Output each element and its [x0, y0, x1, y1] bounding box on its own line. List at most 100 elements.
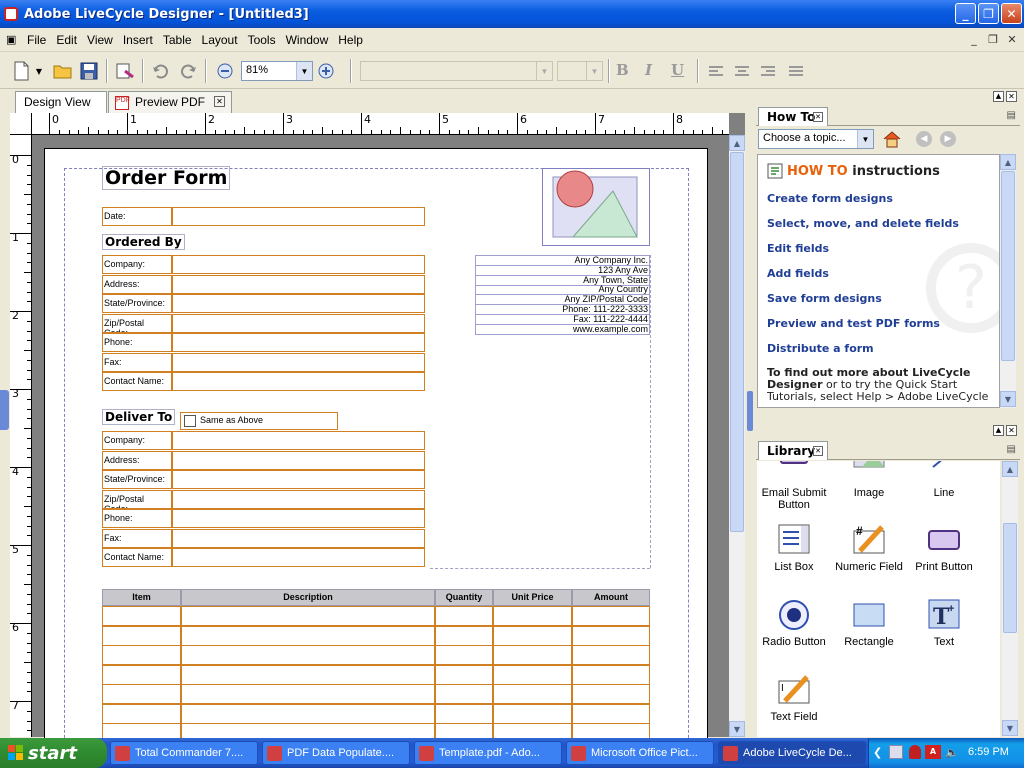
align-center-icon[interactable] — [731, 60, 753, 82]
justify-icon[interactable] — [785, 60, 807, 82]
menu-layout[interactable]: Layout — [197, 33, 243, 47]
table-cell[interactable] — [435, 684, 493, 704]
scroll-thumb[interactable] — [1001, 171, 1015, 361]
logo-image-placeholder[interactable] — [542, 168, 650, 246]
close-tab-icon[interactable]: ✕ — [214, 96, 225, 107]
library-item[interactable]: T + Text — [909, 598, 979, 648]
antivirus-icon[interactable]: A — [925, 745, 941, 759]
scroll-up-icon[interactable]: ▲ — [1000, 154, 1016, 170]
table-cell[interactable] — [435, 606, 493, 626]
italic-icon[interactable]: I — [645, 61, 652, 79]
open-folder-icon[interactable] — [52, 60, 74, 82]
ordered-by-field[interactable] — [172, 333, 425, 352]
howto-link[interactable]: Edit fields — [767, 242, 829, 255]
form-properties-icon[interactable] — [114, 60, 136, 82]
ordered-by-field[interactable] — [172, 255, 425, 274]
table-cell[interactable] — [181, 664, 435, 685]
deliver-to-field[interactable] — [172, 548, 425, 567]
panel-splitter[interactable] — [746, 91, 754, 738]
scroll-thumb[interactable] — [1003, 523, 1017, 633]
font-size-combo[interactable]: ▼ — [557, 61, 603, 81]
howto-close-icon[interactable]: ✕ — [1006, 91, 1017, 102]
library-item[interactable]: Radio Button — [759, 598, 829, 648]
menu-insert[interactable]: Insert — [118, 33, 158, 47]
table-cell[interactable] — [572, 703, 650, 724]
clock[interactable]: 6:59 PM — [968, 746, 1009, 758]
restore-button[interactable]: ❐ — [978, 3, 999, 24]
ordered-by-heading[interactable]: Ordered By — [102, 234, 185, 250]
forward-icon[interactable]: ▶ — [940, 131, 956, 147]
deliver-to-field[interactable] — [172, 450, 425, 470]
ordered-by-field[interactable] — [172, 372, 425, 391]
close-howto-tab-icon[interactable]: ✕ — [813, 112, 823, 122]
doc-restore-button[interactable]: ❐ — [985, 33, 1001, 47]
home-icon[interactable] — [882, 130, 902, 151]
volume-icon[interactable]: 🔈 — [945, 746, 959, 759]
deliver-to-field[interactable] — [172, 470, 425, 489]
design-vertical-scrollbar[interactable]: ▲ ▼ — [729, 135, 745, 737]
table-cell[interactable] — [493, 606, 572, 626]
library-item[interactable]: Line — [909, 461, 979, 499]
zoom-in-icon[interactable] — [315, 60, 337, 82]
library-close-icon[interactable]: ✕ — [1006, 425, 1017, 436]
taskbar-button[interactable]: Total Commander 7.... — [110, 741, 258, 765]
library-item[interactable]: # Numeric Field — [834, 523, 904, 573]
table-cell[interactable] — [493, 645, 572, 665]
security-shield-icon[interactable] — [909, 745, 921, 759]
start-button[interactable]: start — [0, 738, 107, 768]
splitter-handle[interactable] — [747, 391, 753, 431]
menu-table[interactable]: Table — [158, 33, 197, 47]
howto-link[interactable]: Preview and test PDF forms — [767, 317, 940, 330]
network-icon[interactable] — [889, 745, 903, 759]
ordered-by-field[interactable] — [172, 352, 425, 372]
undo-icon[interactable] — [150, 60, 172, 82]
menu-help[interactable]: Help — [333, 33, 368, 47]
align-left-icon[interactable] — [705, 60, 727, 82]
topic-select[interactable]: Choose a topic... ▼ — [758, 129, 874, 149]
document-icon[interactable]: ▣ — [0, 33, 22, 46]
doc-minimize-button[interactable]: _ — [966, 33, 982, 47]
table-cell[interactable] — [435, 703, 493, 724]
checkbox-icon[interactable] — [184, 415, 196, 427]
library-item[interactable]: I Text Field — [759, 673, 829, 723]
table-cell[interactable] — [181, 684, 435, 704]
library-item[interactable]: Email Submit Button — [759, 461, 829, 511]
table-cell[interactable] — [181, 703, 435, 724]
howto-scrollbar[interactable]: ▲ ▼ — [1000, 154, 1016, 408]
library-item[interactable]: Print Button — [909, 523, 979, 573]
ordered-by-field[interactable] — [172, 313, 425, 333]
howto-tab[interactable]: How To ✕ — [758, 107, 828, 126]
new-icon[interactable] — [10, 60, 32, 82]
menu-view[interactable]: View — [82, 33, 118, 47]
back-icon[interactable]: ◀ — [916, 131, 932, 147]
deliver-to-field[interactable] — [172, 509, 425, 528]
taskbar-button[interactable]: Microsoft Office Pict... — [566, 741, 714, 765]
left-panel-expander[interactable] — [0, 390, 9, 430]
table-cell[interactable] — [435, 664, 493, 685]
app-icon[interactable] — [4, 7, 18, 21]
menu-edit[interactable]: Edit — [51, 33, 82, 47]
close-library-tab-icon[interactable]: ✕ — [813, 446, 823, 456]
bold-icon[interactable]: B — [616, 61, 629, 79]
howto-collapse-icon[interactable]: ▲ — [993, 91, 1004, 102]
tray-expand-icon[interactable]: ❮ — [873, 746, 882, 759]
deliver-to-field[interactable] — [172, 431, 425, 450]
chevron-down-icon[interactable]: ▼ — [296, 62, 312, 80]
table-cell[interactable] — [572, 645, 650, 665]
table-cell[interactable] — [493, 625, 572, 646]
table-cell[interactable] — [572, 664, 650, 685]
zoom-combo[interactable]: 81% ▼ — [241, 61, 313, 81]
date-field[interactable] — [172, 207, 425, 226]
menu-tools[interactable]: Tools — [243, 33, 281, 47]
doc-close-button[interactable]: ✕ — [1004, 33, 1020, 47]
scroll-down-icon[interactable]: ▼ — [1002, 720, 1018, 736]
close-button[interactable]: ✕ — [1001, 3, 1022, 24]
table-cell[interactable] — [181, 606, 435, 626]
table-cell[interactable] — [572, 625, 650, 646]
scroll-down-icon[interactable]: ▼ — [1000, 391, 1016, 407]
howto-link[interactable]: Select, move, and delete fields — [767, 217, 959, 230]
library-item[interactable]: Image — [834, 461, 904, 499]
table-cell[interactable] — [435, 645, 493, 665]
howto-link[interactable]: Add fields — [767, 267, 829, 280]
align-right-icon[interactable] — [757, 60, 779, 82]
